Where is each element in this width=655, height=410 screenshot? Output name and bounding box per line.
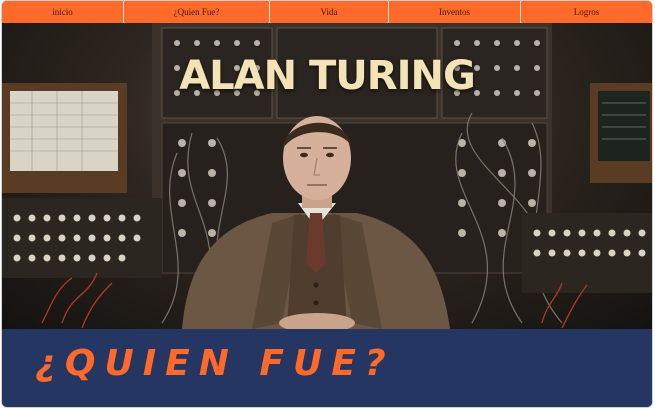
main-nav: inicio ¿Quien Fue? Vida Inventos Logros bbox=[2, 1, 652, 23]
nav-link-logros[interactable]: Logros bbox=[521, 1, 652, 23]
nav-link-inicio[interactable]: inicio bbox=[2, 1, 124, 23]
nav-link-inventos[interactable]: Inventos bbox=[389, 1, 521, 23]
section-heading: ¿QUIEN FUE? bbox=[35, 343, 395, 384]
page-frame: inicio ¿Quien Fue? Vida Inventos Logros bbox=[1, 0, 653, 408]
nav-link-quien-fue[interactable]: ¿Quien Fue? bbox=[124, 1, 270, 23]
quien-fue-section: ¿QUIEN FUE? bbox=[2, 329, 652, 407]
nav-link-vida[interactable]: Vida bbox=[270, 1, 389, 23]
hero-banner: ALAN TURING bbox=[2, 23, 652, 329]
hero-title: ALAN TURING bbox=[179, 53, 476, 99]
